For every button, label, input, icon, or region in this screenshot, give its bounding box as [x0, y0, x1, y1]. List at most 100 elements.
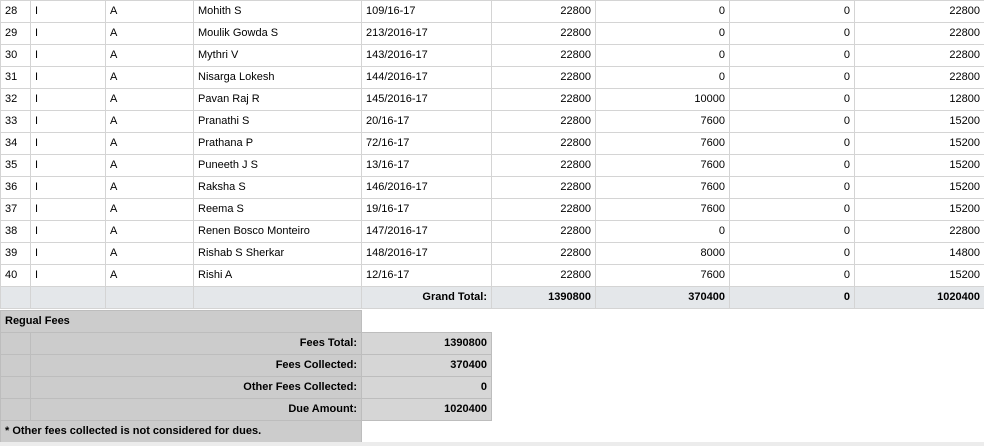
other-fees-label: Other Fees Collected: — [30, 376, 362, 399]
table-row: 33 I A Pranathi S 20/16-17 22800 7600 0 15200 — [0, 110, 984, 133]
fees-collected-label: Fees Collected: — [30, 354, 362, 377]
other-fees-cell: 0 — [729, 242, 855, 265]
class-cell: I — [30, 198, 106, 221]
table-row: 39 I A Rishab S Sherkar 148/2016-17 22800 8000… — [0, 242, 984, 265]
summary-blank-cell — [361, 310, 492, 333]
section-cell: A — [105, 44, 194, 67]
grand-total-blank-cell — [105, 286, 194, 309]
fees-total-cell: 22800 — [491, 132, 596, 155]
fees-paid-cell: 7600 — [595, 264, 730, 287]
table-body: 28 I A Mohith S 109/16-17 22800 0 0 22800 29 I A Mou… — [0, 0, 984, 287]
section-cell: A — [105, 132, 194, 155]
student-name-cell: Rishi A — [193, 264, 362, 287]
section-cell: A — [105, 198, 194, 221]
serial-cell: 29 — [0, 22, 31, 45]
serial-cell: 28 — [0, 0, 31, 23]
summary-title-row: Regual Fees — [0, 310, 492, 333]
due-amount-label: Due Amount: — [30, 398, 362, 421]
class-cell: I — [30, 0, 106, 23]
due-cell: 14800 — [854, 242, 984, 265]
other-fees-cell: 0 — [729, 110, 855, 133]
class-cell: I — [30, 44, 106, 67]
due-amount-value: 1020400 — [361, 398, 492, 421]
table-row: 34 I A Prathana P 72/16-17 22800 7600 0 15200 — [0, 132, 984, 155]
fees-paid-cell: 0 — [595, 22, 730, 45]
admission-no-cell: 147/2016-17 — [361, 220, 492, 243]
section-cell: A — [105, 220, 194, 243]
summary-row: Due Amount: 1020400 — [0, 398, 492, 421]
summary-indent-cell — [0, 398, 31, 421]
section-cell: A — [105, 176, 194, 199]
student-name-cell: Reema S — [193, 198, 362, 221]
summary-note: * Other fees collected is not considered… — [0, 420, 362, 443]
fees-paid-cell: 7600 — [595, 176, 730, 199]
due-cell: 22800 — [854, 0, 984, 23]
summary-indent-cell — [0, 376, 31, 399]
class-cell: I — [30, 264, 106, 287]
due-cell: 12800 — [854, 88, 984, 111]
student-name-cell: Moulik Gowda S — [193, 22, 362, 45]
table-row: 32 I A Pavan Raj R 145/2016-17 22800 10000 0 128… — [0, 88, 984, 111]
fees-paid-cell: 0 — [595, 66, 730, 89]
admission-no-cell: 20/16-17 — [361, 110, 492, 133]
table-row: 35 I A Puneeth J S 13/16-17 22800 7600 0 15200 — [0, 154, 984, 177]
admission-no-cell: 144/2016-17 — [361, 66, 492, 89]
student-name-cell: Raksha S — [193, 176, 362, 199]
table-row: 36 I A Raksha S 146/2016-17 22800 7600 0 15200 — [0, 176, 984, 199]
section-cell: A — [105, 242, 194, 265]
class-cell: I — [30, 66, 106, 89]
admission-no-cell: 72/16-17 — [361, 132, 492, 155]
fees-paid-cell: 10000 — [595, 88, 730, 111]
serial-cell: 31 — [0, 66, 31, 89]
table-row: 31 I A Nisarga Lokesh 144/2016-17 22800 0 0 2280… — [0, 66, 984, 89]
summary-blank-cell — [361, 420, 492, 443]
grand-total-row: Grand Total: 1390800 370400 0 1020400 — [0, 286, 984, 309]
fees-paid-cell: 7600 — [595, 110, 730, 133]
class-cell: I — [30, 88, 106, 111]
student-name-cell: Pavan Raj R — [193, 88, 362, 111]
other-fees-cell: 0 — [729, 66, 855, 89]
student-name-cell: Puneeth J S — [193, 154, 362, 177]
student-name-cell: Pranathi S — [193, 110, 362, 133]
fees-total-cell: 22800 — [491, 22, 596, 45]
admission-no-cell: 145/2016-17 — [361, 88, 492, 111]
serial-cell: 30 — [0, 44, 31, 67]
admission-no-cell: 109/16-17 — [361, 0, 492, 23]
serial-cell: 33 — [0, 110, 31, 133]
fees-paid-cell: 7600 — [595, 198, 730, 221]
fees-paid-cell: 7600 — [595, 132, 730, 155]
student-name-cell: Rishab S Sherkar — [193, 242, 362, 265]
summary-row: Fees Total: 1390800 — [0, 332, 492, 355]
summary-title: Regual Fees — [0, 310, 362, 333]
other-fees-cell: 0 — [729, 44, 855, 67]
fees-paid-cell: 7600 — [595, 154, 730, 177]
due-cell: 22800 — [854, 220, 984, 243]
student-name-cell: Renen Bosco Monteiro — [193, 220, 362, 243]
fees-total-cell: 22800 — [491, 110, 596, 133]
fees-total-cell: 22800 — [491, 220, 596, 243]
section-cell: A — [105, 110, 194, 133]
fees-paid-cell: 0 — [595, 0, 730, 23]
other-fees-cell: 0 — [729, 176, 855, 199]
due-cell: 22800 — [854, 44, 984, 67]
section-cell: A — [105, 66, 194, 89]
serial-cell: 36 — [0, 176, 31, 199]
summary-indent-cell — [0, 354, 31, 377]
grand-total-blank-cell — [193, 286, 362, 309]
class-cell: I — [30, 176, 106, 199]
class-cell: I — [30, 110, 106, 133]
summary-table: Regual Fees Fees Total: 1390800 Fees Col… — [0, 310, 492, 443]
summary-indent-cell — [0, 332, 31, 355]
grand-total-label: Grand Total: — [361, 286, 492, 309]
serial-cell: 40 — [0, 264, 31, 287]
admission-no-cell: 13/16-17 — [361, 154, 492, 177]
class-cell: I — [30, 242, 106, 265]
fees-total-cell: 22800 — [491, 198, 596, 221]
admission-no-cell: 143/2016-17 — [361, 44, 492, 67]
table-row: 40 I A Rishi A 12/16-17 22800 7600 0 15200 — [0, 264, 984, 287]
other-fees-value: 0 — [361, 376, 492, 399]
due-cell: 15200 — [854, 132, 984, 155]
table-row: 37 I A Reema S 19/16-17 22800 7600 0 15200 — [0, 198, 984, 221]
section-cell: A — [105, 88, 194, 111]
class-cell: I — [30, 132, 106, 155]
